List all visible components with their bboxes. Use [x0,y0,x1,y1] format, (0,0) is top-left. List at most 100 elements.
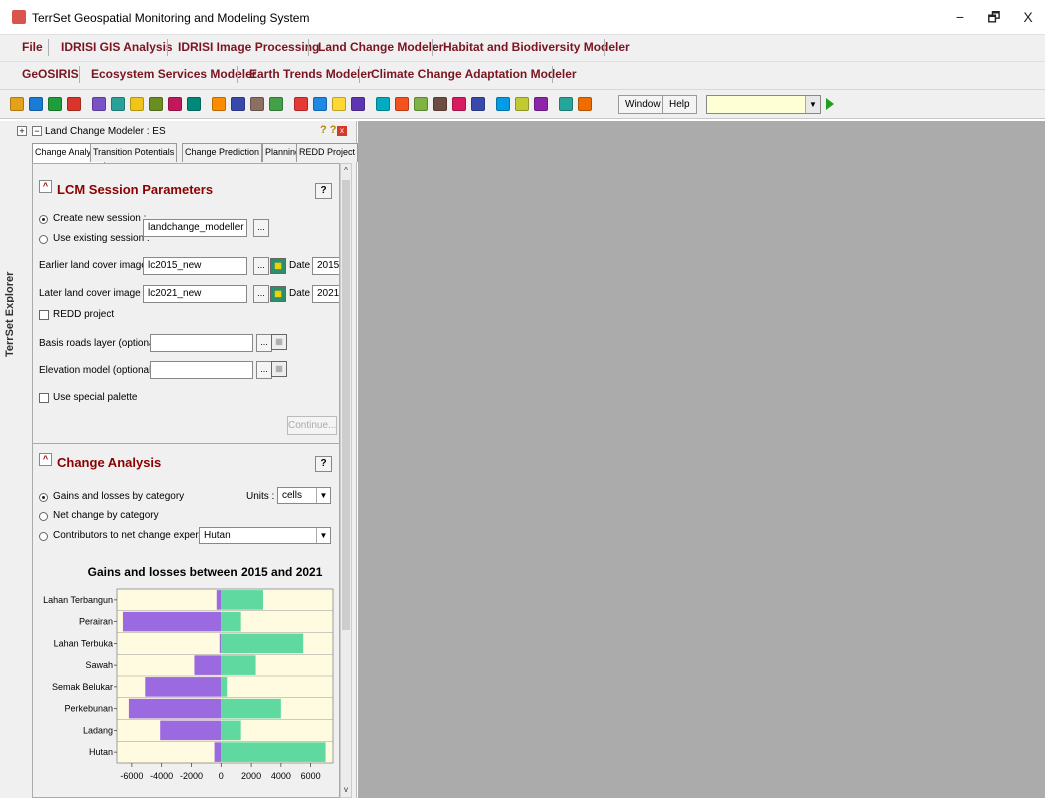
net-change-label: Net change by category [53,510,159,521]
continue-button[interactable]: Continue... [287,416,337,435]
chevron-down-icon[interactable]: ▼ [316,488,330,503]
units-select[interactable]: cells ▼ [277,487,331,504]
chart-category-label: Perkebunan [64,704,113,714]
contributors-select[interactable]: Hutan ▼ [199,527,331,544]
menu-land-change-modeler[interactable]: Land Change Modeler [318,40,443,54]
toolbar-tool-icon[interactable] [332,97,346,111]
collapse-chevron-icon[interactable]: ^ [39,453,52,466]
panel-help-button[interactable]: ? ? [320,124,337,136]
app-icon [12,10,26,24]
menu-bar-primary: File IDRISI GIS Analysis IDRISI Image Pr… [0,34,1045,61]
toolbar-tool-icon[interactable] [187,97,201,111]
redd-project-checkbox[interactable] [39,310,49,320]
chevron-down-icon[interactable]: ▼ [316,528,330,543]
change-help-button[interactable]: ? [315,456,332,472]
scroll-thumb[interactable] [342,180,350,630]
toolbar-tool-icon[interactable] [376,97,390,111]
toolbar-tool-icon[interactable] [471,97,485,111]
toolbar-tool-icon[interactable] [168,97,182,111]
toolbar-tool-icon[interactable] [10,97,24,111]
menu-climate-change-adaptation-modeler[interactable]: Climate Change Adaptation Modeler [371,67,577,81]
later-display-map-icon[interactable]: ▦ [270,286,286,302]
toolbar-tool-icon[interactable] [414,97,428,111]
chart-category-label: Semak Belukar [52,682,113,692]
toolbar-tool-icon[interactable] [231,97,245,111]
map-workspace[interactable] [358,121,1045,798]
session-browse-button[interactable]: ... [253,219,269,237]
toolbar-help-button[interactable]: Help [662,95,697,114]
menu-geosiris[interactable]: GeOSIRIS [22,67,79,81]
toolbar-tool-icon[interactable] [496,97,510,111]
chart-category-label: Sawah [85,660,113,670]
later-image-browse-button[interactable]: ... [253,285,269,303]
menu-bar-secondary: GeOSIRIS Ecosystem Services Modeler Eart… [0,61,1045,89]
toolbar-tool-icon[interactable] [313,97,327,111]
units-value: cells [282,490,303,501]
toolbar-tool-icon[interactable] [29,97,43,111]
toolbar-tool-icon[interactable] [433,97,447,111]
collapse-icon[interactable]: − [32,126,42,136]
roads-layer-input[interactable] [150,334,253,352]
chevron-down-icon[interactable]: ▼ [805,96,820,113]
earlier-image-browse-button[interactable]: ... [253,257,269,275]
earlier-date-input[interactable]: 2015 [312,257,339,275]
use-existing-session-label: Use existing session : [53,233,150,244]
menu-file[interactable]: File [22,40,43,54]
toolbar-tool-icon[interactable] [250,97,264,111]
chart-bar-gain [221,720,241,741]
menu-earth-trends-modeler[interactable]: Earth Trends Modeler [249,67,372,81]
session-help-button[interactable]: ? [315,183,332,199]
toolbar-tool-icon[interactable] [452,97,466,111]
scroll-up-icon[interactable]: ^ [341,164,351,178]
run-icon[interactable] [826,98,834,110]
menu-habitat-biodiversity-modeler[interactable]: Habitat and Biodiversity Modeler [443,40,630,54]
toolbar-tool-icon[interactable] [92,97,106,111]
gains-losses-radio[interactable] [39,493,48,502]
toolbar-tool-icon[interactable] [559,97,573,111]
menu-ecosystem-services-modeler[interactable]: Ecosystem Services Modeler [91,67,256,81]
elevation-browse-button[interactable]: ... [256,361,272,379]
earlier-display-map-icon[interactable]: ▦ [270,258,286,274]
maximize-button[interactable]: 🗗 [980,6,1008,28]
toolbar-tool-icon[interactable] [130,97,144,111]
toolbar-tool-icon[interactable] [67,97,81,111]
create-new-session-radio[interactable] [39,215,48,224]
tab-content: ^ LCM Session Parameters ? Create new se… [32,163,340,798]
toolbar-tool-icon[interactable] [351,97,365,111]
menu-idrisi-gis-analysis[interactable]: IDRISI GIS Analysis [61,40,173,54]
menu-idrisi-image-processing[interactable]: IDRISI Image Processing [178,40,319,54]
close-icon[interactable]: x [337,126,347,136]
toolbar-tool-icon[interactable] [534,97,548,111]
toolbar-tool-icon[interactable] [149,97,163,111]
toolbar-window-button[interactable]: Window [618,95,668,114]
contributors-radio[interactable] [39,532,48,541]
minimize-button[interactable]: − [946,6,974,28]
toolbar-tool-icon[interactable] [515,97,529,111]
later-image-input[interactable]: lc2021_new [143,285,247,303]
close-button[interactable]: X [1014,6,1042,28]
explorer-sidebar[interactable]: TerrSet Explorer [0,121,16,798]
expand-icon[interactable]: + [17,126,27,136]
toolbar-tool-icon[interactable] [111,97,125,111]
panel-scrollbar[interactable]: ^ v [340,163,352,798]
roads-browse-button[interactable]: ... [256,334,272,352]
tab-transition-potentials[interactable]: Transition Potentials [90,143,178,162]
scroll-down-icon[interactable]: v [341,783,351,797]
toolbar-tool-icon[interactable] [578,97,592,111]
use-existing-session-radio[interactable] [39,235,48,244]
earlier-image-input[interactable]: lc2015_new [143,257,247,275]
elevation-input[interactable] [150,361,253,379]
toolbar-tool-icon[interactable] [269,97,283,111]
later-date-input[interactable]: 2021 [312,285,339,303]
toolbar-tool-icon[interactable] [395,97,409,111]
tab-change-prediction[interactable]: Change Prediction [182,143,263,162]
toolbar-tool-icon[interactable] [48,97,62,111]
collapse-chevron-icon[interactable]: ^ [39,180,52,193]
toolbar-tool-icon[interactable] [212,97,226,111]
special-palette-checkbox[interactable] [39,393,49,403]
tab-redd-project[interactable]: REDD Project [296,143,359,162]
toolbar-combo[interactable]: ▼ [706,95,821,114]
net-change-radio[interactable] [39,512,48,521]
toolbar-tool-icon[interactable] [294,97,308,111]
session-name-input[interactable]: landchange_modeller [143,219,247,237]
